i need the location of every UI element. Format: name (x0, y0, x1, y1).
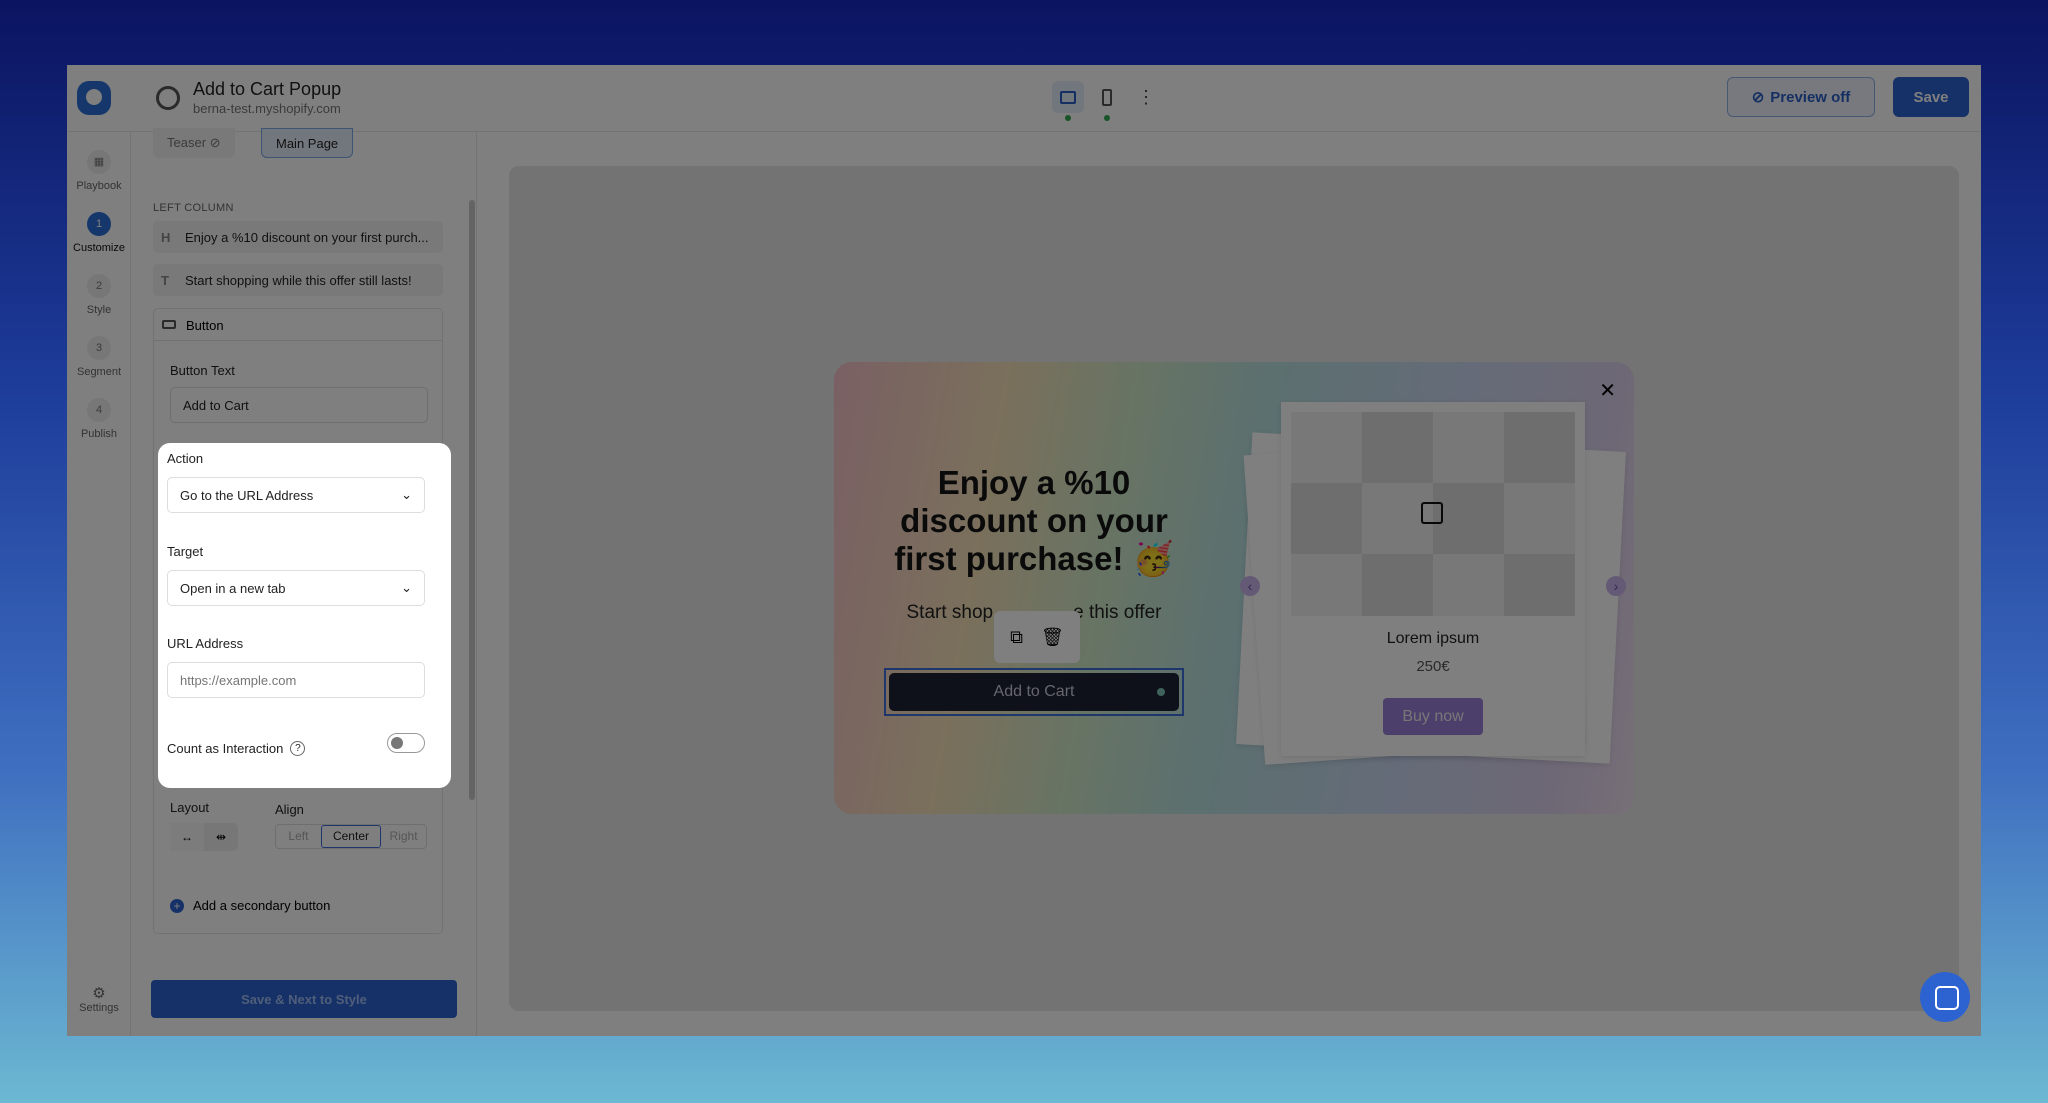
count-interaction-label: Count as Interaction? (167, 741, 306, 756)
duplicate-icon[interactable]: ⧉ (1010, 627, 1023, 648)
chevron-down-icon: ⌄ (401, 487, 412, 502)
step-publish[interactable]: 4 Publish (67, 398, 131, 440)
grid-icon: ▦ (87, 150, 111, 174)
settings-button[interactable]: ⚙ Settings (67, 984, 131, 1014)
tab-main-page[interactable]: Main Page (261, 128, 354, 158)
align-right[interactable]: Right (381, 825, 426, 848)
eye-off-icon: ⊘ (209, 135, 221, 150)
desktop-icon (1060, 90, 1076, 104)
eye-off-icon: ⊘ (1751, 89, 1765, 106)
button-icon (162, 320, 176, 329)
add-secondary-button[interactable]: + Add a secondary button (170, 898, 330, 913)
trash-icon[interactable]: 🗑 (1041, 627, 1064, 648)
url-label: URL Address (167, 636, 244, 651)
desktop-view-button[interactable] (1052, 81, 1084, 121)
chevron-down-icon: ⌄ (401, 580, 412, 595)
highlighted-action-settings: Action Go to the URL Address ⌄ Target Ope… (158, 443, 451, 788)
store-domain: berna-test.myshopify.com (193, 101, 341, 116)
step-customize[interactable]: 1 Customize (67, 212, 131, 254)
panel-scrollbar[interactable] (469, 200, 475, 800)
steps-rail: ▦ Playbook 1 Customize 2 Style 3 Segment 4 Pu… (67, 132, 131, 1036)
button-text-label: Button Text (170, 363, 235, 378)
preview-toggle-button[interactable]: ⊘ Preview off (1727, 77, 1875, 117)
layout-toggle[interactable]: ↔ ⇹ (170, 823, 238, 851)
chat-launcher-button[interactable] (1920, 972, 1970, 1022)
step-playbook[interactable]: ▦ Playbook (67, 150, 131, 192)
buy-now-button[interactable]: Buy now (1383, 698, 1483, 735)
carousel-next-icon[interactable]: › (1606, 576, 1626, 596)
button-text-input[interactable]: Add to Cart (170, 387, 428, 423)
count-interaction-toggle[interactable] (387, 733, 425, 753)
globe-icon (156, 86, 180, 110)
align-segmented: Left Center Right (275, 824, 427, 849)
action-select[interactable]: Go to the URL Address ⌄ (167, 477, 425, 513)
page-title: Add to Cart Popup (193, 79, 342, 99)
mobile-view-button[interactable] (1091, 81, 1123, 121)
target-select[interactable]: Open in a new tab ⌄ (167, 570, 425, 606)
step-segment[interactable]: 3 Segment (67, 336, 131, 378)
header: Add to Cart Popup berna-test.myshopify.c… (67, 65, 1981, 132)
element-heading[interactable]: H Enjoy a %10 discount on your first purc… (153, 221, 443, 253)
section-label: LEFT COLUMN (153, 202, 234, 214)
close-icon[interactable]: ✕ (1599, 378, 1616, 403)
url-input[interactable] (167, 662, 425, 698)
add-to-cart-button[interactable]: Add to Cart (884, 668, 1184, 716)
button-section-header[interactable]: Button (154, 309, 442, 341)
full-width-icon: ↔ (170, 823, 204, 851)
element-text[interactable]: T Start shopping while this offer still l… (153, 264, 443, 296)
target-label: Target (167, 544, 204, 559)
save-next-button[interactable]: Save & Next to Style (151, 980, 457, 1018)
fit-width-icon: ⇹ (215, 830, 227, 844)
tab-teaser[interactable]: Teaser ⊘ (153, 128, 235, 158)
gear-icon: ⚙ (92, 985, 106, 1002)
align-center[interactable]: Center (320, 825, 382, 848)
align-left[interactable]: Left (276, 825, 321, 848)
action-label: Action (167, 451, 204, 466)
popup-heading[interactable]: Enjoy a %10 discount on your first purch… (874, 464, 1194, 578)
product-price: 250€ (1416, 658, 1450, 675)
plus-circle-icon: + (170, 898, 184, 913)
help-icon[interactable]: ? (290, 741, 306, 756)
carousel-prev-icon[interactable]: ‹ (1240, 576, 1260, 596)
layout-label: Layout (170, 800, 210, 815)
save-button[interactable]: Save (1893, 77, 1969, 117)
popup-preview: ✕ Enjoy a %10 discount on your first pur… (834, 362, 1634, 814)
app-logo[interactable] (77, 81, 111, 115)
more-options-icon[interactable]: ⋮ (1130, 81, 1162, 113)
product-card: Lorem ipsum 250€ Buy now (1281, 402, 1585, 756)
app-window: Add to Cart Popup berna-test.myshopify.c… (67, 65, 1981, 1036)
image-icon (1421, 502, 1443, 524)
product-name: Lorem ipsum (1386, 630, 1480, 647)
mobile-icon (1102, 88, 1112, 106)
align-label: Align (275, 802, 304, 817)
element-toolbar: ⧉ 🗑 (994, 611, 1080, 663)
step-style[interactable]: 2 Style (67, 274, 131, 316)
